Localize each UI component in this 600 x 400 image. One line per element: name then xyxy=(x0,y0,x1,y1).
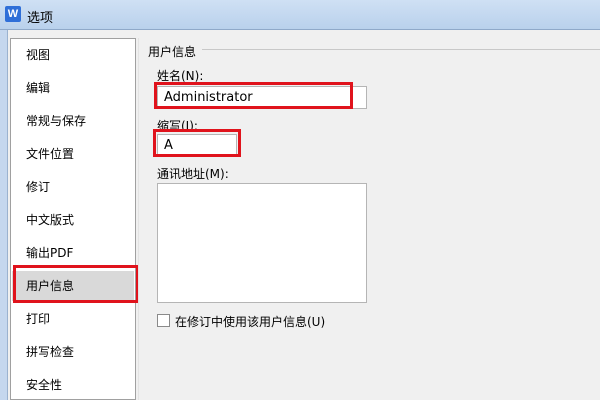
sidebar-item-chinese-layout[interactable]: 中文版式 xyxy=(12,205,134,235)
sidebar-item-file-locations[interactable]: 文件位置 xyxy=(12,139,134,169)
sidebar-item-label: 中文版式 xyxy=(26,213,75,227)
sidebar-item-edit[interactable]: 编辑 xyxy=(12,73,134,103)
sidebar-item-user-info[interactable]: 用户信息 xyxy=(12,271,134,301)
sidebar-item-label: 用户信息 xyxy=(26,279,75,293)
sidebar-item-security[interactable]: 安全性 xyxy=(12,370,134,400)
initials-label: 缩写(I): xyxy=(157,119,198,133)
title-bar: W 选项 xyxy=(0,0,600,30)
group-separator xyxy=(202,49,600,50)
name-label: 姓名(N): xyxy=(157,69,204,83)
sidebar-item-label: 拼写检查 xyxy=(26,345,75,359)
wps-writer-icon: W xyxy=(5,6,21,22)
sidebar-item-label: 视图 xyxy=(26,48,51,62)
group-title-user-info: 用户信息 xyxy=(148,45,197,59)
sidebar-item-label: 打印 xyxy=(26,312,51,326)
sidebar-item-export-pdf[interactable]: 输出PDF xyxy=(12,238,134,268)
address-textarea[interactable] xyxy=(157,183,367,303)
use-in-revisions-checkbox[interactable] xyxy=(157,314,170,327)
sidebar-item-label: 编辑 xyxy=(26,81,51,95)
window-title: 选项 xyxy=(27,11,54,26)
address-label: 通讯地址(M): xyxy=(157,167,229,181)
sidebar-item-label: 安全性 xyxy=(26,378,63,392)
sidebar-item-spell-check[interactable]: 拼写检查 xyxy=(12,337,134,367)
initials-input[interactable] xyxy=(157,134,237,156)
options-category-list: 视图 编辑 常规与保存 文件位置 修订 中文版式 输出PDF 用户信息 打印 拼… xyxy=(10,38,136,400)
panel-divider xyxy=(138,38,139,400)
name-input[interactable] xyxy=(157,86,367,109)
sidebar-item-view[interactable]: 视图 xyxy=(12,40,134,70)
sidebar-item-print[interactable]: 打印 xyxy=(12,304,134,334)
use-in-revisions-label[interactable]: 在修订中使用该用户信息(U) xyxy=(175,313,325,330)
sidebar-item-label: 文件位置 xyxy=(26,147,75,161)
sidebar-item-label: 修订 xyxy=(26,180,51,194)
sidebar-item-label: 输出PDF xyxy=(26,246,74,260)
sidebar-item-revisions[interactable]: 修订 xyxy=(12,172,134,202)
sidebar-item-general-save[interactable]: 常规与保存 xyxy=(12,106,134,136)
window-frame-left xyxy=(0,30,8,400)
sidebar-item-label: 常规与保存 xyxy=(26,114,87,128)
